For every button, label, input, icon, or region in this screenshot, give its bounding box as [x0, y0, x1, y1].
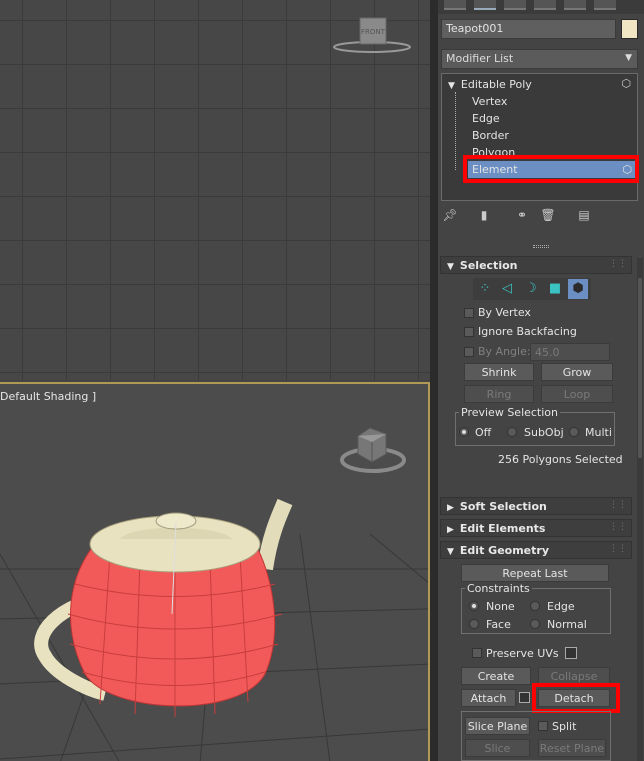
rollout-grip-icon: ⋮⋮	[609, 259, 627, 269]
constraint-edge-label: Edge	[547, 600, 575, 613]
split-checkbox[interactable]	[538, 721, 548, 731]
perspective-viewport[interactable]: Default Shading ]	[0, 382, 430, 761]
element-level-icon[interactable]: ⬢	[568, 279, 588, 299]
viewport-panel-divider[interactable]	[430, 0, 438, 761]
ignore-backfacing-label: Ignore Backfacing	[478, 325, 577, 338]
constraint-normal-radio[interactable]	[530, 619, 540, 629]
rollout-soft-selection-header[interactable]: ▶ Soft Selection ⋮⋮	[440, 497, 632, 515]
constraint-face-radio[interactable]	[469, 619, 479, 629]
front-viewport[interactable]: FRONT	[0, 0, 430, 380]
motion-tab-icon[interactable]	[534, 0, 556, 10]
svg-text:FRONT: FRONT	[361, 28, 386, 36]
reset-plane-button[interactable]: Reset Plane	[538, 739, 606, 757]
object-name-field[interactable]: Teapot001	[441, 19, 616, 39]
edge-level-icon[interactable]: ◁	[497, 279, 517, 299]
by-vertex-checkbox[interactable]	[464, 308, 474, 318]
pin-stack-icon[interactable]: 📌︎	[441, 208, 459, 226]
stack-item-vertex[interactable]: Vertex	[472, 93, 632, 110]
preview-subobj-radio[interactable]	[507, 427, 517, 437]
stack-item-edge[interactable]: Edge	[472, 110, 632, 127]
constraint-normal-label: Normal	[547, 618, 587, 631]
constraint-none-label: None	[486, 600, 515, 613]
constraint-face-label: Face	[486, 618, 511, 631]
rollout-grip-icon: ⋮⋮	[609, 522, 627, 532]
command-panel-tabs	[438, 0, 644, 14]
slice-plane-button[interactable]: Slice Plane	[465, 717, 530, 735]
attach-list-icon[interactable]	[519, 692, 530, 703]
attach-button[interactable]: Attach	[461, 689, 516, 707]
modifier-list-dropdown[interactable]: Modifier List ▼	[441, 49, 638, 69]
ignore-backfacing-checkbox[interactable]	[464, 327, 474, 337]
by-angle-checkbox[interactable]	[464, 347, 474, 357]
object-color-swatch[interactable]	[621, 19, 638, 39]
stack-item-editable-poly[interactable]: ▼ Editable Poly	[448, 76, 643, 93]
constraint-edge-radio[interactable]	[530, 601, 540, 611]
modifier-list-label: Modifier List	[446, 52, 514, 65]
remove-modifier-icon[interactable]: 🗑︎	[539, 208, 557, 226]
polygon-level-icon[interactable]: ■	[545, 279, 565, 299]
preview-subobj-label: SubObj	[524, 426, 564, 439]
create-button[interactable]: Create	[461, 667, 531, 685]
shrink-button[interactable]: Shrink	[464, 363, 534, 381]
show-end-result-icon[interactable]: ▮	[475, 208, 493, 226]
slice-button[interactable]: Slice	[465, 739, 530, 757]
constraint-none-radio[interactable]	[469, 601, 479, 611]
dropdown-arrow-icon: ▼	[625, 53, 632, 63]
panel-resize-grip[interactable]	[533, 245, 549, 248]
by-vertex-label: By Vertex	[478, 306, 531, 319]
rollout-edit-geometry-header[interactable]: ▼ Edit Geometry ⋮⋮	[440, 541, 632, 559]
by-angle-label: By Angle:	[478, 345, 531, 358]
selection-status-text: 256 Polygons Selected	[498, 453, 623, 466]
rollout-grip-icon: ⋮⋮	[609, 500, 627, 510]
split-label: Split	[552, 720, 577, 733]
preserve-uvs-checkbox[interactable]	[472, 648, 482, 658]
create-tab-icon[interactable]	[444, 0, 466, 10]
preview-off-label: Off	[475, 426, 492, 439]
rollout-expand-icon: ▶	[447, 525, 454, 535]
preview-multi-radio[interactable]	[569, 427, 579, 437]
constraints-title: Constraints	[465, 582, 532, 595]
rollout-edit-elements-header[interactable]: ▶ Edit Elements ⋮⋮	[440, 519, 632, 537]
highlight-box-detach	[532, 683, 620, 713]
modifier-stack[interactable]: ▼ Editable Poly ⬡ Vertex Edge Border Poly…	[441, 73, 639, 201]
preview-off-radio[interactable]	[459, 427, 469, 437]
subobject-level-icons: ⁘ ◁ ☽ ■ ⬢	[473, 278, 591, 300]
make-unique-icon[interactable]: ⚭	[513, 208, 531, 226]
preview-selection-title: Preview Selection	[459, 406, 561, 419]
command-panel: Teapot001 Modifier List ▼ ▼ Editable Poly…	[438, 0, 644, 761]
ring-button[interactable]: Ring	[464, 385, 534, 403]
viewcube-front[interactable]: FRONT	[330, 12, 420, 57]
rollout-collapse-icon: ▼	[447, 547, 454, 557]
preserve-uvs-label: Preserve UVs	[486, 647, 559, 660]
configure-modifier-sets-icon[interactable]: ▤	[575, 208, 593, 226]
modify-tab-icon[interactable]	[474, 0, 496, 10]
display-tab-icon[interactable]	[564, 0, 586, 10]
hierarchy-tab-icon[interactable]	[504, 0, 526, 10]
border-level-icon[interactable]: ☽	[521, 279, 541, 299]
stack-tree-line	[455, 92, 456, 170]
highlight-box-element	[463, 155, 639, 183]
rollout-expand-icon: ▶	[447, 503, 454, 513]
collapse-icon: ▼	[448, 81, 455, 91]
poly-cube-icon: ⬡	[621, 77, 631, 90]
panel-scrollbar[interactable]	[637, 258, 643, 761]
grow-button[interactable]: Grow	[541, 363, 613, 381]
scrollbar-thumb[interactable]	[638, 278, 642, 458]
preserve-uvs-settings-icon[interactable]	[565, 647, 577, 659]
loop-button[interactable]: Loop	[541, 385, 613, 403]
utilities-tab-icon[interactable]	[594, 0, 616, 10]
by-angle-spinner[interactable]: 45.0	[530, 343, 610, 361]
stack-toolbar: 📌︎ ▮ ⚭ 🗑︎ ▤	[441, 208, 638, 228]
rollout-collapse-icon: ▼	[447, 262, 454, 272]
preview-multi-label: Multi	[585, 426, 612, 439]
repeat-last-button[interactable]: Repeat Last	[461, 564, 609, 582]
teapot-scene	[0, 498, 428, 761]
rollout-selection-header[interactable]: ▼ Selection ⋮⋮	[440, 256, 632, 274]
stack-item-border[interactable]: Border	[472, 127, 632, 144]
rollout-grip-icon: ⋮⋮	[609, 544, 627, 554]
vertex-level-icon[interactable]: ⁘	[475, 279, 495, 299]
